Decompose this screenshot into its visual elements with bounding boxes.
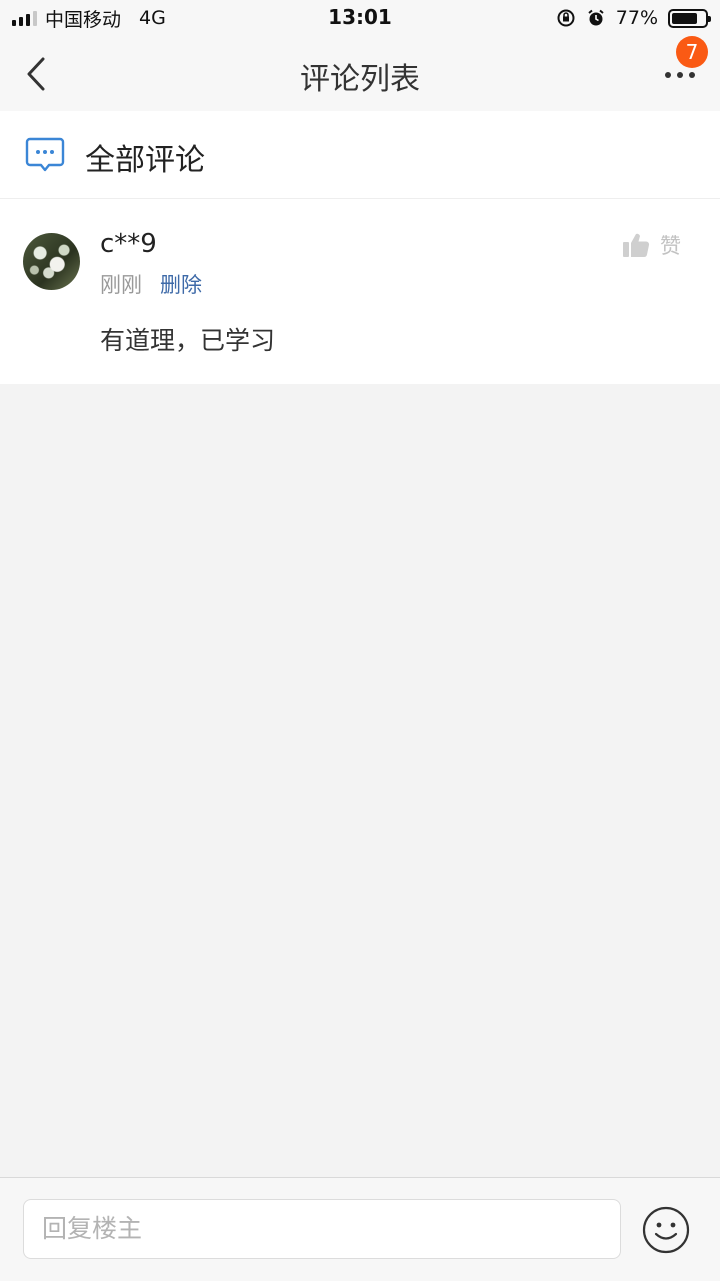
orientation-lock-icon [557,9,575,27]
status-bar: 中国移动 4G 13:01 77% [0,0,720,36]
alarm-icon [588,9,604,26]
section-title: 全部评论 [85,143,205,178]
comment-username[interactable]: c**9 [100,229,157,259]
page-title: 评论列表 [300,62,420,97]
battery-percent: 77% [615,7,658,29]
reply-input[interactable]: 回复楼主 [23,1199,621,1259]
thumbs-up-icon [623,233,650,258]
comment-text: 有道理，已学习 [100,326,276,355]
like-button[interactable]: 赞 [622,229,681,261]
status-right: 77% [556,6,711,30]
more-dots-icon [665,72,671,78]
delete-link[interactable]: 删除 [160,269,202,299]
more-dot [677,72,683,78]
like-label: 赞 [660,234,681,258]
section-header: 全部评论 [0,111,720,199]
battery-level [672,12,697,24]
comment-time: 刚刚 [100,273,142,297]
nav-bar: 评论列表 [0,36,720,111]
reply-bar: 回复楼主 [0,1177,720,1281]
battery-icon [668,8,711,28]
comment-item: c**9 刚刚 删除 赞 有道理，已学习 [0,199,720,384]
avatar[interactable] [23,233,80,290]
more-dot [689,72,695,78]
comment-bubble-icon [25,137,65,172]
notification-badge: 7 [676,36,708,68]
smiley-icon[interactable] [642,1206,690,1254]
